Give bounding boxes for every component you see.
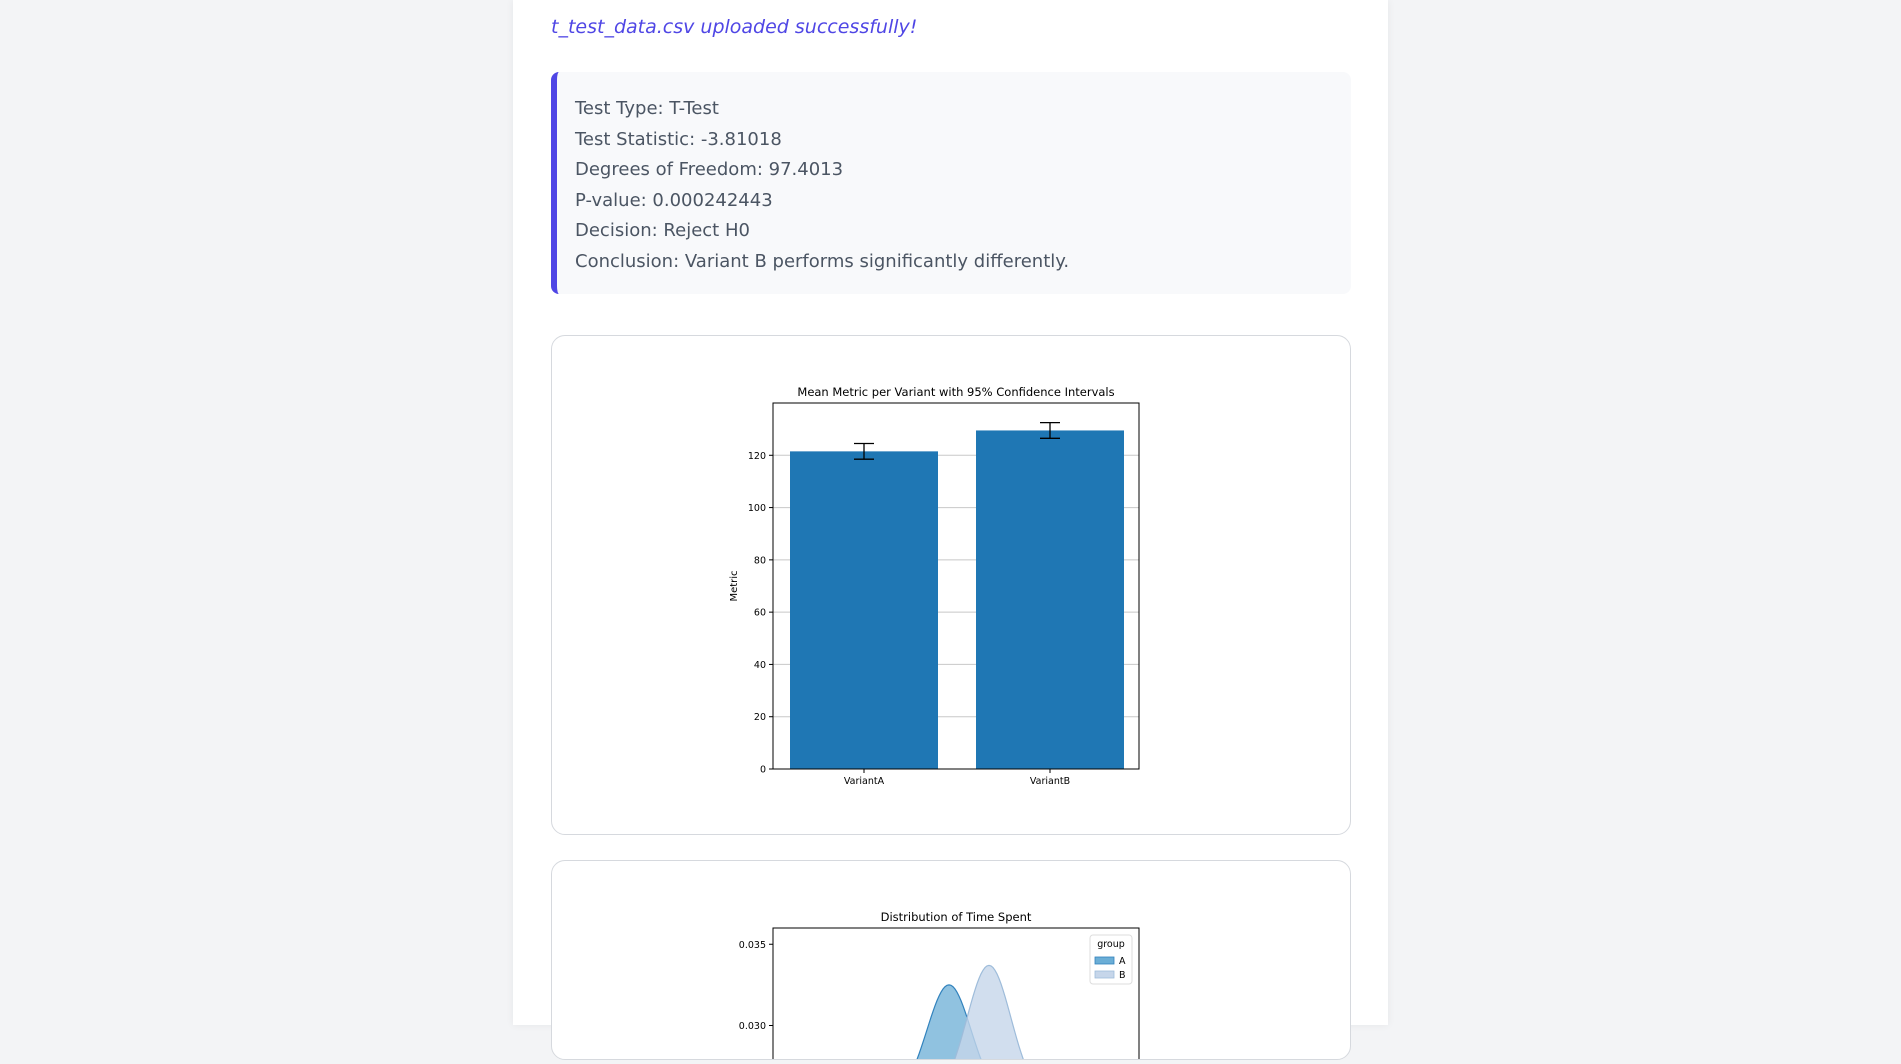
result-conclusion: Conclusion: Variant B performs significa… bbox=[575, 250, 1070, 272]
y-tick-label: 120 bbox=[748, 451, 766, 462]
y-tick-label: 0 bbox=[760, 765, 766, 776]
legend-label-b: B bbox=[1119, 970, 1126, 981]
test-results-panel: Test Type: T-Test Test Statistic: -3.810… bbox=[551, 72, 1351, 294]
result-p-value: P-value: 0.000242443 bbox=[575, 189, 773, 211]
distribution-chart-title: Distribution of Time Spent bbox=[881, 910, 1032, 924]
bar-chart: Mean Metric per Variant with 95% Confide… bbox=[729, 385, 1140, 787]
legend-swatch-a bbox=[1094, 956, 1115, 965]
x-tick-label: VariantA bbox=[844, 776, 885, 787]
y-tick-label: 80 bbox=[754, 555, 766, 566]
y-tick-label: 0.030 bbox=[739, 1021, 766, 1032]
bar-chart-card: Mean Metric per Variant with 95% Confide… bbox=[551, 335, 1351, 835]
bar-chart-title: Mean Metric per Variant with 95% Confide… bbox=[797, 385, 1114, 399]
distribution-chart: Distribution of Time Spent 0.030 0.035 grou… bbox=[739, 910, 1140, 1064]
distribution-chart-card: Distribution of Time Spent 0.030 0.035 grou… bbox=[551, 860, 1351, 1064]
bar-varianta bbox=[790, 451, 938, 769]
y-tick-label: 0.035 bbox=[739, 940, 766, 951]
y-tick-label: 20 bbox=[754, 712, 766, 723]
legend-title: group bbox=[1097, 939, 1125, 950]
y-tick-label: 60 bbox=[754, 608, 766, 619]
x-tick-label: VariantB bbox=[1030, 776, 1070, 787]
result-degrees-of-freedom: Degrees of Freedom: 97.4013 bbox=[575, 159, 844, 180]
y-tick-label: 100 bbox=[748, 503, 766, 514]
y-axis-label: Metric bbox=[729, 570, 740, 601]
y-tick-label: 40 bbox=[754, 660, 766, 671]
main-content: t_test_data.csv uploaded successfully! T… bbox=[513, 0, 1388, 1064]
legend-swatch-b bbox=[1094, 970, 1115, 979]
bar-variantb bbox=[976, 430, 1124, 769]
upload-success-message: t_test_data.csv uploaded successfully! bbox=[551, 16, 918, 38]
result-decision: Decision: Reject H0 bbox=[575, 220, 750, 241]
result-test-type: Test Type: T-Test bbox=[575, 98, 719, 119]
result-test-statistic: Test Statistic: -3.81018 bbox=[575, 128, 782, 150]
legend-label-a: A bbox=[1119, 956, 1126, 967]
